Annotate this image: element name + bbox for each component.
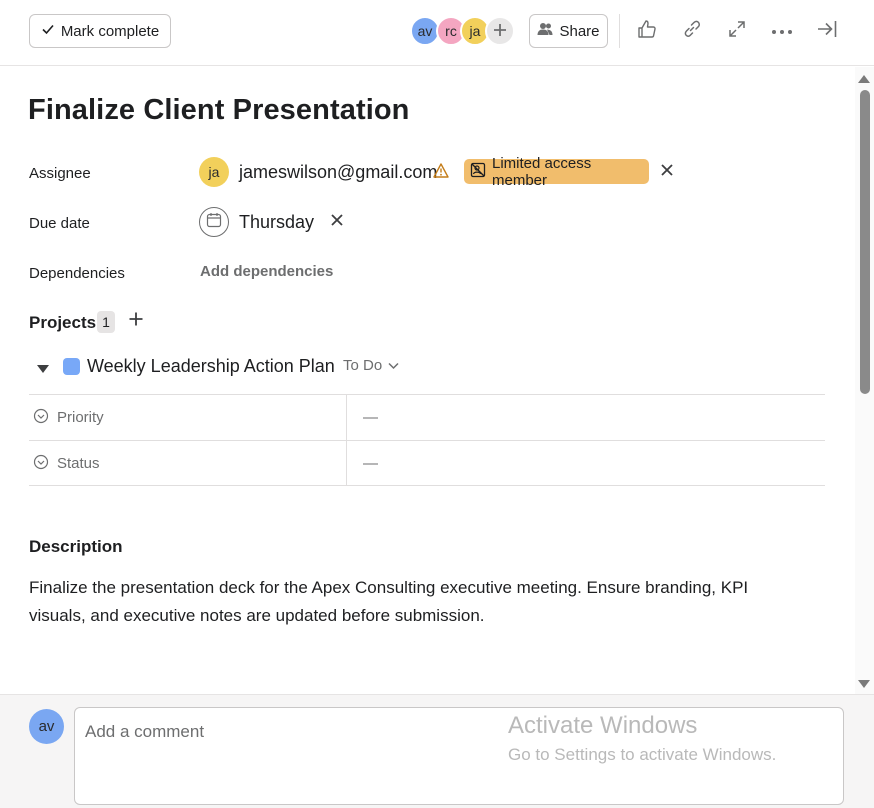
custom-fields-table: Priority — Status —	[29, 394, 825, 486]
limited-access-badge: Limited access member	[464, 155, 649, 189]
current-user-initials: av	[38, 718, 55, 735]
dropdown-field-icon	[33, 408, 49, 428]
limited-access-label: Limited access member	[492, 154, 592, 189]
description-heading: Description	[29, 537, 123, 556]
custom-field-value[interactable]: —	[363, 395, 378, 440]
dependencies-label: Dependencies	[29, 265, 125, 282]
assignee-email[interactable]: jameswilson@gmail.com	[239, 162, 437, 183]
chevron-down-icon	[388, 357, 399, 374]
expand-icon	[727, 19, 747, 44]
windows-watermark-subtitle: Go to Settings to activate Windows.	[508, 745, 777, 764]
dropdown-field-icon	[33, 454, 49, 474]
toolbar-divider	[619, 14, 620, 48]
project-color-swatch	[63, 358, 80, 375]
calendar-icon	[206, 212, 222, 233]
description-text[interactable]: Finalize the presentation deck for the A…	[29, 574, 789, 630]
assignee-avatar[interactable]: ja	[199, 157, 229, 187]
collaborator-initials: rc	[445, 23, 457, 39]
add-dependencies-button[interactable]: Add dependencies	[200, 263, 333, 280]
custom-field-name: Status	[57, 455, 100, 472]
mark-complete-button[interactable]: Mark complete	[29, 14, 171, 48]
task-toolbar: Mark complete av rc ja Share	[0, 0, 874, 66]
custom-field-name-cell: Priority	[29, 395, 347, 440]
current-user-avatar: av	[29, 709, 64, 744]
remove-assignee-button[interactable]	[658, 163, 676, 181]
projects-heading: Projects	[29, 313, 97, 332]
collaborator-initials: av	[417, 23, 433, 39]
add-collaborator-button[interactable]	[485, 16, 515, 46]
assignee-label: Assignee	[29, 165, 91, 182]
caret-down-icon	[36, 361, 50, 378]
mark-complete-label: Mark complete	[60, 22, 160, 40]
checkmark-icon	[41, 22, 55, 40]
project-name[interactable]: Weekly Leadership Action Plan	[87, 356, 335, 377]
project-section-dropdown[interactable]: To Do	[343, 357, 399, 374]
warning-icon	[433, 163, 449, 183]
assignee-initials: ja	[208, 164, 220, 180]
comment-placeholder: Add a comment	[85, 722, 205, 741]
add-project-button[interactable]	[128, 311, 148, 331]
due-date-label: Due date	[29, 215, 90, 232]
link-icon	[682, 19, 702, 44]
custom-field-row: Priority —	[29, 394, 825, 440]
project-section-value: To Do	[343, 357, 383, 374]
share-button[interactable]: Share	[529, 14, 608, 48]
collaborator-initials: ja	[469, 23, 481, 39]
plus-icon	[493, 23, 507, 40]
close-icon	[330, 213, 344, 232]
custom-field-name: Priority	[57, 409, 104, 426]
custom-field-row: Status —	[29, 440, 825, 486]
plus-icon	[128, 312, 144, 331]
due-date-value[interactable]: Thursday	[239, 212, 314, 233]
custom-field-name-cell: Status	[29, 441, 347, 486]
thumbs-up-icon	[637, 19, 657, 44]
scrollbar-thumb[interactable]	[860, 90, 870, 394]
project-collapse-toggle[interactable]	[36, 361, 50, 379]
custom-field-value[interactable]: —	[363, 441, 378, 486]
due-date-picker[interactable]	[199, 207, 229, 237]
scroll-down-arrow-icon[interactable]	[858, 680, 870, 688]
people-icon	[537, 22, 553, 40]
more-actions-button[interactable]	[768, 17, 796, 45]
close-details-button[interactable]	[813, 17, 841, 45]
task-title[interactable]: Finalize Client Presentation	[28, 94, 410, 127]
more-horizontal-icon	[771, 22, 793, 40]
projects-count-badge: 1	[97, 311, 115, 333]
copy-link-button[interactable]	[678, 17, 706, 45]
clear-due-date-button[interactable]	[328, 213, 346, 231]
expand-button[interactable]	[723, 17, 751, 45]
scroll-up-arrow-icon[interactable]	[858, 75, 870, 83]
share-label: Share	[559, 22, 600, 40]
restricted-user-icon	[470, 162, 486, 182]
like-button[interactable]	[633, 17, 661, 45]
windows-watermark-title: Activate Windows	[508, 712, 698, 739]
collapse-panel-icon	[816, 19, 838, 44]
close-icon	[660, 163, 674, 182]
